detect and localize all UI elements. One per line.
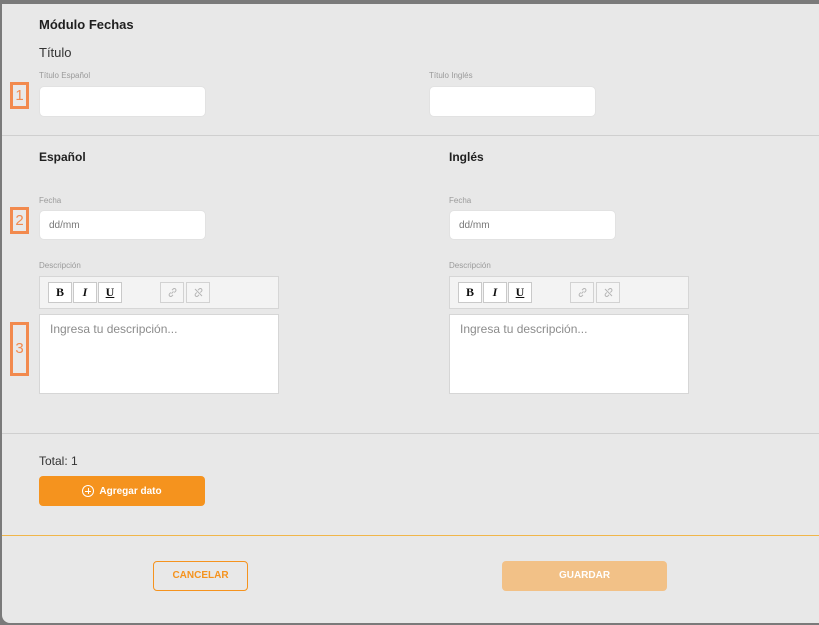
annotation-marker-1: 1 bbox=[10, 82, 29, 109]
unlink-button[interactable] bbox=[186, 282, 210, 303]
english-description-label: Descripción bbox=[449, 261, 491, 270]
spanish-date-label: Fecha bbox=[39, 196, 62, 205]
english-title-input[interactable] bbox=[429, 86, 596, 117]
unlink-icon bbox=[194, 288, 202, 297]
underline-button[interactable]: U bbox=[508, 282, 532, 303]
spanish-description-placeholder: Ingresa tu descripción... bbox=[50, 322, 178, 336]
module-modal: Módulo Fechas Título Título Español Títu… bbox=[2, 4, 819, 623]
spanish-description-editor[interactable]: Ingresa tu descripción... bbox=[39, 314, 279, 394]
italic-button[interactable]: I bbox=[483, 282, 507, 303]
italic-button[interactable]: I bbox=[73, 282, 97, 303]
plus-circle-icon bbox=[82, 485, 95, 497]
english-description-editor[interactable]: Ingresa tu descripción... bbox=[449, 314, 689, 394]
underline-button[interactable]: U bbox=[98, 282, 122, 303]
add-data-label: Agregar dato bbox=[99, 485, 162, 497]
english-description-placeholder: Ingresa tu descripción... bbox=[460, 322, 588, 336]
english-date-label: Fecha bbox=[449, 196, 472, 205]
section-divider bbox=[2, 135, 819, 136]
english-date-input[interactable] bbox=[449, 210, 616, 240]
link-button[interactable] bbox=[160, 282, 184, 303]
spanish-title-input[interactable] bbox=[39, 86, 206, 117]
save-button[interactable]: GUARDAR bbox=[502, 561, 667, 591]
link-icon bbox=[578, 288, 586, 297]
spanish-column-heading: Español bbox=[39, 150, 86, 164]
annotation-marker-3: 3 bbox=[10, 322, 29, 376]
total-count: Total: 1 bbox=[39, 454, 78, 468]
english-column-heading: Inglés bbox=[449, 150, 484, 164]
module-title: Módulo Fechas bbox=[39, 17, 134, 32]
english-title-label: Título Inglés bbox=[429, 71, 473, 80]
link-button[interactable] bbox=[570, 282, 594, 303]
spanish-description-label: Descripción bbox=[39, 261, 81, 270]
english-editor-toolbar: B I U bbox=[449, 276, 689, 309]
title-section-label: Título bbox=[39, 45, 72, 60]
spanish-date-input[interactable] bbox=[39, 210, 206, 240]
unlink-button[interactable] bbox=[596, 282, 620, 303]
spanish-editor-toolbar: B I U bbox=[39, 276, 279, 309]
cancel-button[interactable]: CANCELAR bbox=[153, 561, 248, 591]
section-divider bbox=[2, 433, 819, 434]
bold-button[interactable]: B bbox=[458, 282, 482, 303]
unlink-icon bbox=[604, 288, 612, 297]
annotation-marker-2: 2 bbox=[10, 207, 29, 234]
add-data-button[interactable]: Agregar dato bbox=[39, 476, 205, 506]
bold-button[interactable]: B bbox=[48, 282, 72, 303]
link-icon bbox=[168, 288, 176, 297]
footer-divider bbox=[2, 535, 819, 536]
spanish-title-label: Título Español bbox=[39, 71, 91, 80]
